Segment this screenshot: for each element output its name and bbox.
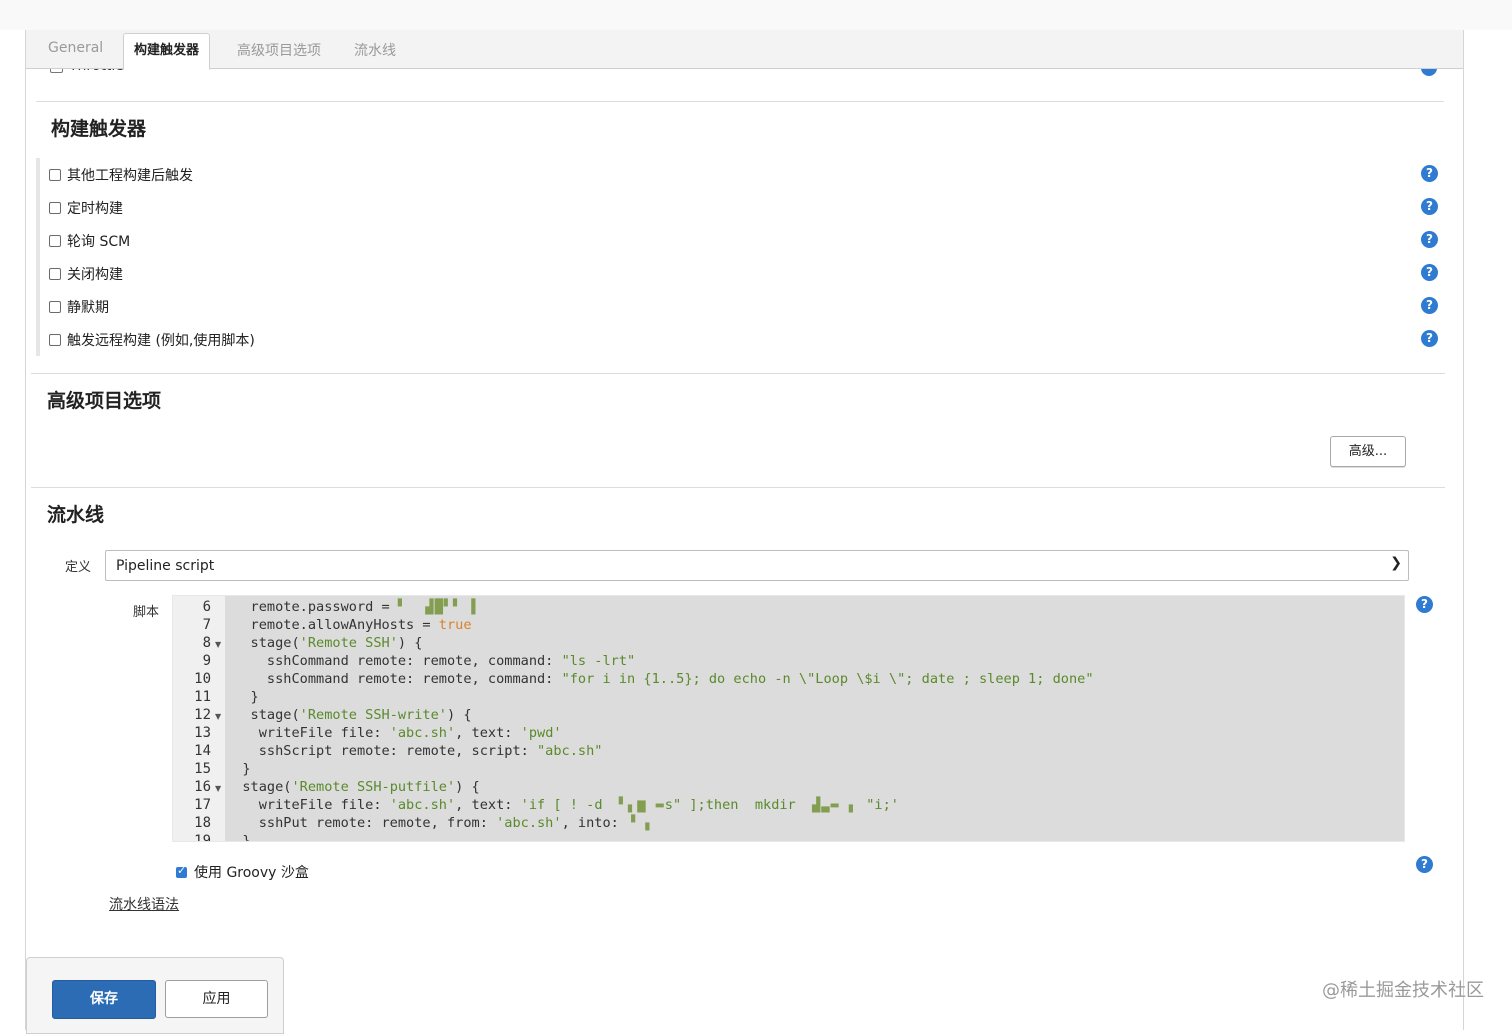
line-number: 14 <box>194 743 211 759</box>
code-line: } <box>226 761 251 777</box>
tab-advanced-options[interactable]: 高级项目选项 <box>237 40 321 60</box>
line-number: 12 <box>194 707 211 723</box>
fold-arrow-icon[interactable]: ▼ <box>215 640 221 649</box>
code-line: remote.allowAnyHosts = true <box>226 617 472 633</box>
line-number: 15 <box>194 761 211 777</box>
line-number: 8 <box>202 635 211 651</box>
tab-pipeline[interactable]: 流水线 <box>354 40 396 60</box>
groovy-sandbox-row[interactable]: 使用 Groovy 沙盒 <box>176 862 309 882</box>
trigger-option[interactable]: 静默期 <box>49 297 109 317</box>
line-number: 17 <box>194 797 211 813</box>
trigger-checkbox[interactable] <box>49 268 61 280</box>
trigger-option[interactable]: 触发远程构建 (例如,使用脚本) <box>49 330 255 350</box>
help-icon[interactable]: ? <box>1421 330 1438 347</box>
trigger-label: 关闭构建 <box>67 267 123 283</box>
pipeline-syntax-link[interactable]: 流水线语法 <box>109 894 179 914</box>
help-icon[interactable]: ? <box>1421 297 1438 314</box>
script-editor[interactable]: 6 7 8 ▼ 9 10 11 12 ▼ 13 14 15 16 ▼ 17 18… <box>172 595 1405 842</box>
code-line: remote.password = ▘ ▟█▘▘ ▌ <box>226 599 481 615</box>
trigger-label: 轮询 SCM <box>67 234 131 250</box>
code-line: stage('Remote SSH') { <box>226 635 423 651</box>
tab-general[interactable]: General <box>48 40 103 56</box>
line-number: 18 <box>194 815 211 831</box>
section-indent-bar <box>36 158 40 356</box>
line-number: 11 <box>194 689 211 705</box>
trigger-label: 定时构建 <box>67 201 123 217</box>
trigger-option[interactable]: 轮询 SCM <box>49 231 130 251</box>
editor-gutter: 6 7 8 ▼ 9 10 11 12 ▼ 13 14 15 16 ▼ 17 18… <box>173 596 225 841</box>
tab-bar: General 构建触发器 高级项目选项 流水线 <box>26 30 1463 70</box>
trigger-checkbox[interactable] <box>49 202 61 214</box>
save-button[interactable]: 保存 <box>52 980 156 1019</box>
line-number: 16 <box>194 779 211 795</box>
help-icon[interactable]: ? <box>1416 596 1433 613</box>
trigger-checkbox[interactable] <box>49 235 61 247</box>
fold-arrow-icon[interactable]: ▼ <box>215 784 221 793</box>
code-line: stage('Remote SSH-write') { <box>226 707 472 723</box>
definition-select[interactable]: Pipeline script ❯ <box>105 550 1409 581</box>
section-title-advanced: 高级项目选项 <box>47 390 162 412</box>
code-line: } <box>226 689 259 705</box>
trigger-checkbox[interactable] <box>49 301 61 313</box>
line-number: 7 <box>202 617 211 633</box>
trigger-option[interactable]: 定时构建 <box>49 198 123 218</box>
line-number: 9 <box>202 653 211 669</box>
code-line: sshPut remote: remote, from: 'abc.sh', i… <box>226 815 655 831</box>
line-number: 19 <box>194 833 211 842</box>
trigger-checkbox[interactable] <box>49 169 61 181</box>
watermark: @稀土掘金技术社区 <box>1322 980 1484 1001</box>
line-number: 10 <box>194 671 211 687</box>
code-line: sshCommand remote: remote, command: "ls … <box>226 653 636 669</box>
fold-arrow-icon[interactable]: ▼ <box>215 712 221 721</box>
advanced-button[interactable]: 高级... <box>1330 436 1406 467</box>
trigger-label: 静默期 <box>67 300 109 316</box>
line-number: 6 <box>202 599 211 615</box>
code-line: stage('Remote SSH-putfile') { <box>226 779 480 795</box>
trigger-option[interactable]: 关闭构建 <box>49 264 123 284</box>
section-title-pipeline: 流水线 <box>47 504 105 526</box>
code-line: sshScript remote: remote, script: "abc.s… <box>226 743 603 759</box>
section-title-triggers: 构建触发器 <box>51 118 147 140</box>
divider <box>36 101 1444 102</box>
groovy-sandbox-checkbox[interactable] <box>176 864 187 878</box>
code-line: sshCommand remote: remote, command: "for… <box>226 671 1094 687</box>
trigger-label: 触发远程构建 (例如,使用脚本) <box>67 333 255 349</box>
help-icon[interactable]: ? <box>1421 165 1438 182</box>
code-line: writeFile file: 'abc.sh', text: 'pwd' <box>226 725 562 741</box>
trigger-checkbox[interactable] <box>49 334 61 346</box>
tab-build-triggers-label: 构建触发器 <box>134 43 200 58</box>
help-icon[interactable]: ? <box>1421 198 1438 215</box>
code-line: writeFile file: 'abc.sh', text: 'if [ ! … <box>226 797 899 813</box>
line-number: 13 <box>194 725 211 741</box>
code-line: } <box>226 833 251 842</box>
groovy-sandbox-label: 使用 Groovy 沙盒 <box>194 865 309 881</box>
chevron-down-icon: ❯ <box>1390 555 1402 571</box>
apply-button[interactable]: 应用 <box>165 980 268 1018</box>
help-icon[interactable]: ? <box>1421 231 1438 248</box>
divider <box>31 487 1445 488</box>
help-icon[interactable]: ? <box>1416 856 1433 873</box>
definition-value: Pipeline script <box>116 558 215 574</box>
definition-label: 定义 <box>65 560 92 575</box>
top-strip <box>0 0 1512 30</box>
help-icon[interactable]: ? <box>1421 264 1438 281</box>
tab-build-triggers[interactable]: 构建触发器 <box>123 33 211 70</box>
trigger-label: 其他工程构建后触发 <box>67 168 193 184</box>
divider <box>31 373 1445 374</box>
script-label: 脚本 <box>133 605 160 620</box>
trigger-option[interactable]: 其他工程构建后触发 <box>49 165 193 185</box>
